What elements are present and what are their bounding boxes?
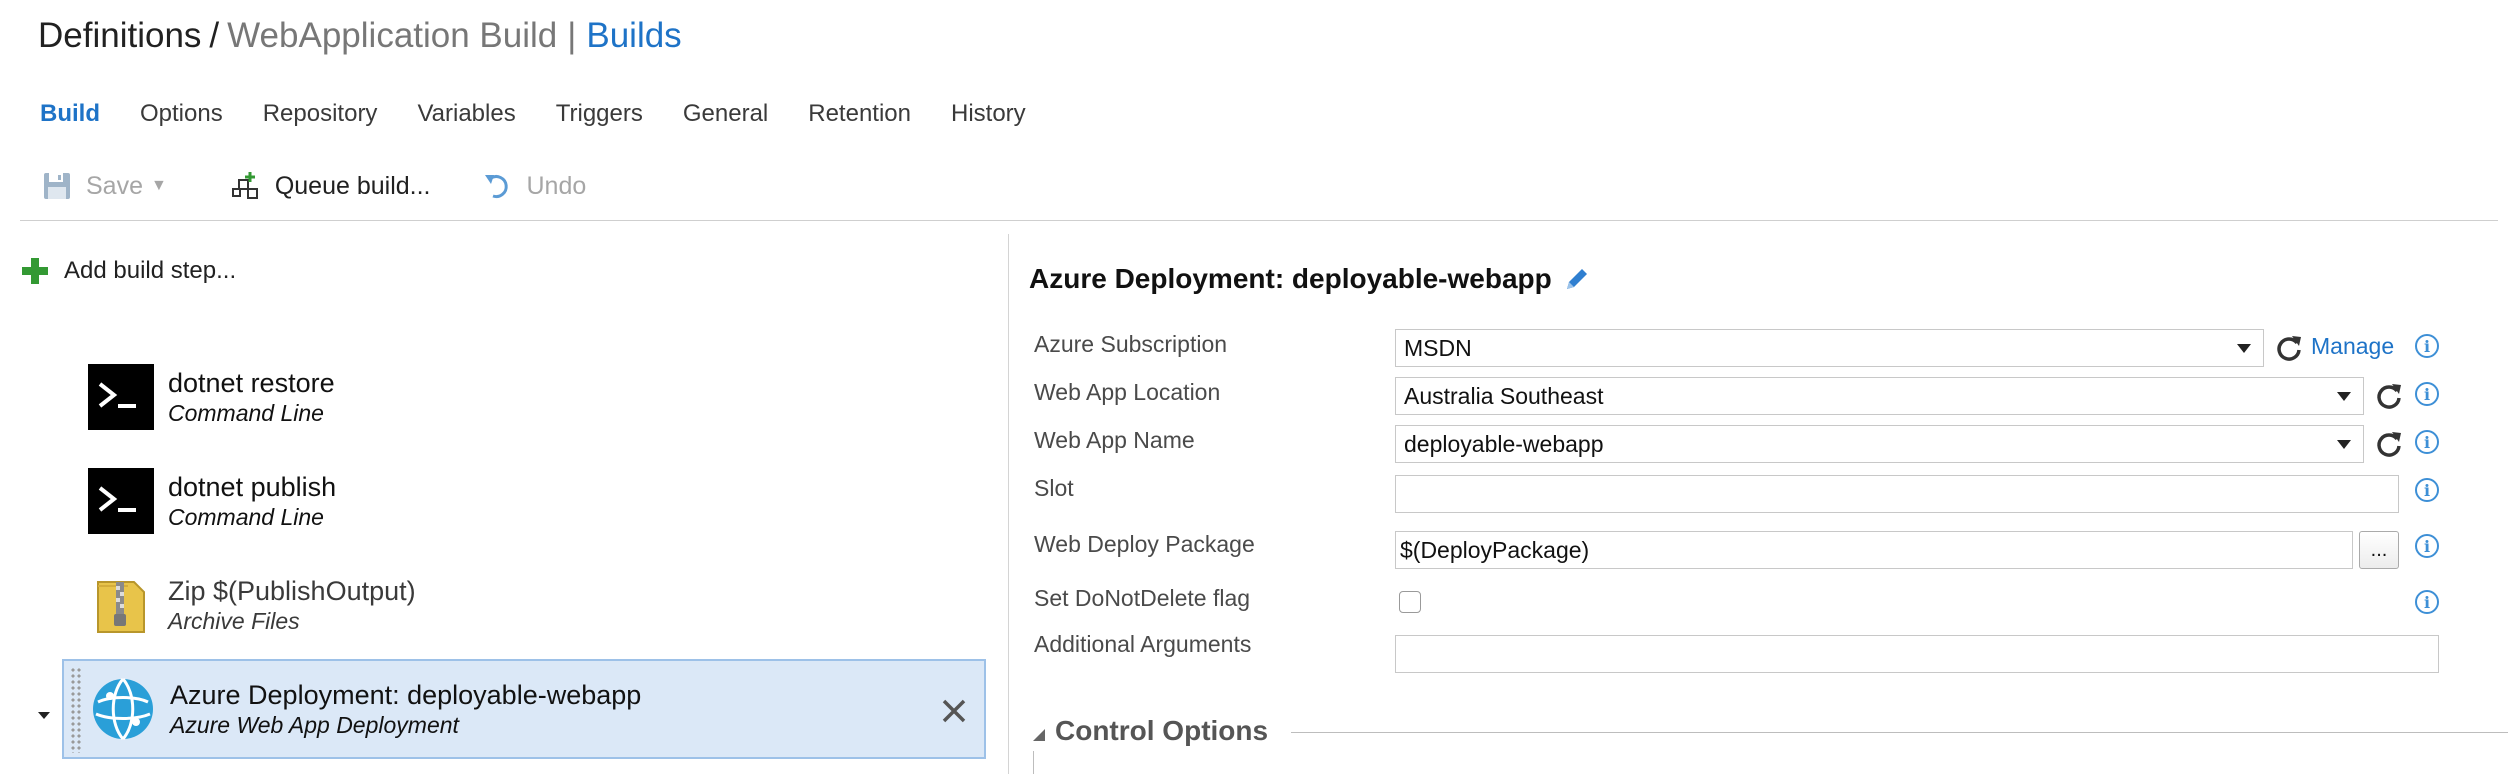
dropdown-arrow-icon	[2237, 344, 2251, 353]
zip-archive-icon	[97, 581, 145, 633]
definition-tabs: Build Options Repository Variables Trigg…	[40, 96, 1066, 132]
azure-subscription-label: Azure Subscription	[1034, 331, 1228, 357]
additional-arguments-input[interactable]	[1395, 635, 2439, 673]
remove-step-close-icon[interactable]	[934, 691, 974, 731]
step-type: Archive Files	[168, 608, 300, 634]
azure-subscription-value: MSDN	[1404, 334, 1472, 361]
step-name: Azure Deployment: deployable-webapp	[170, 680, 642, 710]
slot-input[interactable]	[1395, 475, 2399, 513]
command-line-icon	[88, 364, 154, 430]
web-app-name-label: Web App Name	[1034, 427, 1195, 453]
save-icon	[40, 169, 74, 203]
dropdown-arrow-icon	[2337, 392, 2351, 401]
add-build-step-button[interactable]: Add build step...	[20, 251, 236, 291]
tab-build[interactable]: Build	[40, 100, 100, 128]
add-plus-icon	[20, 256, 50, 286]
info-icon[interactable]: i	[2415, 430, 2439, 454]
command-line-icon	[88, 468, 154, 534]
azure-web-app-icon	[93, 678, 153, 740]
tab-options[interactable]: Options	[140, 100, 223, 128]
tab-retention[interactable]: Retention	[808, 100, 911, 128]
web-deploy-package-label: Web Deploy Package	[1034, 531, 1255, 557]
breadcrumb-builds-link[interactable]: Builds	[586, 16, 681, 56]
tab-general[interactable]: General	[683, 100, 768, 128]
build-step-item[interactable]: Zip $(PublishOutput) Archive Files	[62, 555, 986, 655]
breadcrumb-pipe: |	[567, 16, 577, 55]
build-step-item[interactable]: dotnet publish Command Line	[62, 451, 986, 551]
add-build-step-label: Add build step...	[64, 257, 237, 284]
slot-label: Slot	[1034, 475, 1074, 501]
queue-build-label: Queue build...	[274, 171, 431, 200]
collapse-triangle-icon	[1033, 729, 1045, 741]
info-icon[interactable]: i	[2415, 478, 2439, 502]
info-icon[interactable]: i	[2415, 382, 2439, 406]
section-border	[1033, 751, 1034, 774]
control-options-label: Control Options	[1055, 715, 1269, 746]
step-type: Command Line	[168, 504, 324, 530]
tab-history[interactable]: History	[951, 100, 1026, 128]
azure-subscription-select[interactable]: MSDN	[1395, 329, 2264, 367]
breadcrumb: Definitions / WebApplication Build | Bui…	[38, 10, 682, 62]
undo-icon	[481, 169, 515, 203]
task-title-text: Azure Deployment: deployable-webapp	[1029, 263, 1552, 294]
step-type: Command Line	[168, 400, 324, 426]
toolbar: Save ▼ Queue build... Undo	[20, 160, 2498, 212]
web-deploy-package-input[interactable]: $(DeployPackage)	[1395, 531, 2353, 569]
breadcrumb-definitions-link[interactable]: Definitions	[38, 16, 201, 56]
info-icon[interactable]: i	[2415, 534, 2439, 558]
info-icon[interactable]: i	[2415, 334, 2439, 358]
save-dropdown-caret-icon[interactable]: ▼	[151, 177, 167, 195]
queue-build-button[interactable]: Queue build...	[229, 169, 431, 203]
step-type: Azure Web App Deployment	[170, 712, 459, 738]
build-steps-panel: Add build step... dotnet restore Command…	[0, 221, 1008, 774]
breadcrumb-separator: /	[209, 16, 220, 55]
undo-label: Undo	[526, 171, 587, 200]
save-label: Save	[86, 171, 143, 200]
web-app-name-select[interactable]: deployable-webapp	[1395, 425, 2364, 463]
queue-build-icon	[229, 169, 263, 203]
section-divider	[1291, 732, 2508, 733]
build-step-item[interactable]: dotnet restore Command Line	[62, 347, 986, 447]
do-not-delete-label: Set DoNotDelete flag	[1034, 585, 1251, 611]
task-settings-panel: Azure Deployment: deployable-webapp Azur…	[1009, 221, 2508, 774]
breadcrumb-definition-name: WebApplication Build	[227, 16, 558, 55]
manage-link[interactable]: Manage	[2311, 333, 2394, 360]
additional-arguments-label: Additional Arguments	[1034, 631, 1252, 657]
save-button[interactable]: Save ▼	[40, 169, 167, 203]
web-app-location-value: Australia Southeast	[1404, 382, 1604, 409]
tab-triggers[interactable]: Triggers	[556, 100, 643, 128]
dropdown-arrow-icon	[2337, 440, 2351, 449]
info-icon[interactable]: i	[2415, 590, 2439, 614]
web-app-name-value: deployable-webapp	[1404, 430, 1604, 457]
edit-pencil-icon[interactable]	[1562, 264, 1592, 294]
refresh-icon[interactable]	[2374, 429, 2404, 459]
refresh-icon[interactable]	[2374, 381, 2404, 411]
tab-variables[interactable]: Variables	[417, 100, 515, 128]
browse-package-button[interactable]: ...	[2359, 531, 2399, 569]
undo-button[interactable]: Undo	[481, 169, 587, 203]
drag-handle[interactable]	[70, 667, 82, 753]
web-app-location-label: Web App Location	[1034, 379, 1221, 405]
refresh-icon[interactable]	[2274, 333, 2304, 363]
web-app-location-select[interactable]: Australia Southeast	[1395, 377, 2364, 415]
control-options-section-header[interactable]: Control Options	[1033, 709, 1268, 753]
step-name: dotnet publish	[168, 472, 337, 502]
step-name: Zip $(PublishOutput)	[168, 576, 416, 606]
tab-repository[interactable]: Repository	[263, 100, 378, 128]
expand-triangle-icon[interactable]	[34, 705, 54, 725]
do-not-delete-checkbox[interactable]	[1399, 591, 1421, 613]
step-name: dotnet restore	[168, 368, 335, 398]
build-step-item-selected[interactable]: Azure Deployment: deployable-webapp Azur…	[62, 659, 986, 759]
task-title: Azure Deployment: deployable-webapp	[1029, 257, 1592, 301]
